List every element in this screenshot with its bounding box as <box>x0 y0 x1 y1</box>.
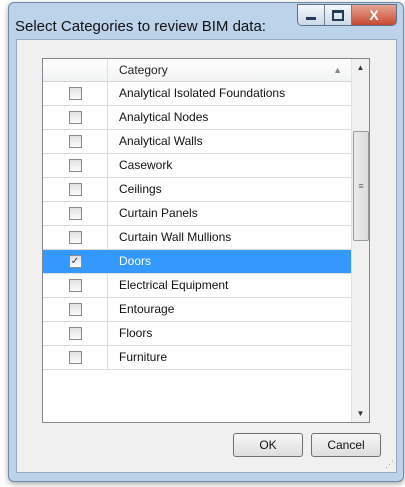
category-label: Casework <box>119 158 173 172</box>
checkbox-cell <box>43 154 108 177</box>
table-row[interactable]: Floors <box>43 322 352 346</box>
maximize-button[interactable] <box>325 5 352 25</box>
minimize-icon <box>306 16 316 20</box>
sort-ascending-icon: ▲ <box>333 65 342 75</box>
table-row[interactable]: Entourage <box>43 298 352 322</box>
category-label: Analytical Walls <box>119 134 203 148</box>
scroll-grip-icon: ≡ <box>358 181 364 191</box>
category-label: Ceilings <box>119 182 162 196</box>
table-row[interactable]: Analytical Walls <box>43 130 352 154</box>
window-controls: X <box>297 4 397 26</box>
checkbox-cell: ✓ <box>43 250 108 273</box>
category-label: Floors <box>119 326 153 340</box>
row-checkbox[interactable] <box>68 87 82 100</box>
category-label: Electrical Equipment <box>119 278 229 292</box>
vertical-scrollbar[interactable]: ▲ ≡ ▼ <box>351 59 369 422</box>
category-label: Furniture <box>119 350 168 364</box>
table-row[interactable]: Analytical Nodes <box>43 106 352 130</box>
scroll-down-icon[interactable]: ▼ <box>352 405 369 422</box>
row-checkbox[interactable] <box>68 231 82 244</box>
checkbox-cell <box>43 274 108 297</box>
grid-header: Category ▲ <box>43 59 352 82</box>
category-label: Doors <box>119 254 152 268</box>
row-checkbox[interactable] <box>68 207 82 220</box>
close-icon: X <box>369 7 379 23</box>
ok-button[interactable]: OK <box>233 433 303 457</box>
scroll-up-icon[interactable]: ▲ <box>352 59 369 76</box>
category-label: Analytical Nodes <box>119 110 209 124</box>
row-checkbox[interactable] <box>68 303 82 316</box>
category-label: Analytical Isolated Foundations <box>119 86 286 100</box>
close-button[interactable]: X <box>352 5 396 25</box>
title-bar[interactable]: Select Categories to review BIM data: X <box>9 3 403 38</box>
checkbox-cell <box>43 298 108 321</box>
table-row[interactable]: Ceilings <box>43 178 352 202</box>
dialog-client-area: Category ▲ Analytical Isolated Foundatio… <box>16 39 397 473</box>
category-label: Curtain Wall Mullions <box>119 230 232 244</box>
table-row[interactable]: Analytical Isolated Foundations <box>43 82 352 106</box>
category-label: Entourage <box>119 302 175 316</box>
checkbox-cell <box>43 106 108 129</box>
minimize-button[interactable] <box>298 5 325 25</box>
category-label: Curtain Panels <box>119 206 198 220</box>
window-title: Select Categories to review BIM data: <box>15 18 266 35</box>
checkbox-cell <box>43 226 108 249</box>
row-checkbox[interactable]: ✓ <box>68 255 82 268</box>
cancel-button[interactable]: Cancel <box>311 433 381 457</box>
checkbox-cell <box>43 178 108 201</box>
checkbox-cell <box>43 202 108 225</box>
checkbox-cell <box>43 82 108 105</box>
row-checkbox[interactable] <box>68 183 82 196</box>
scrollbar-thumb[interactable]: ≡ <box>353 131 369 241</box>
row-checkbox[interactable] <box>68 159 82 172</box>
table-row[interactable]: Curtain Panels <box>43 202 352 226</box>
row-checkbox[interactable] <box>68 327 82 340</box>
table-row[interactable]: Electrical Equipment <box>43 274 352 298</box>
maximize-icon <box>332 9 344 21</box>
table-row[interactable]: Furniture <box>43 346 352 370</box>
row-checkbox[interactable] <box>68 135 82 148</box>
row-checkbox[interactable] <box>68 279 82 292</box>
checkbox-cell <box>43 322 108 345</box>
resize-grip-icon[interactable]: ⋰ <box>385 459 394 470</box>
category-header-label: Category <box>119 63 168 77</box>
checkbox-cell <box>43 130 108 153</box>
grid-rows: Analytical Isolated Foundations Analytica… <box>43 82 352 370</box>
checkbox-column-header[interactable] <box>43 59 108 81</box>
table-row[interactable]: Curtain Wall Mullions <box>43 226 352 250</box>
checkbox-cell <box>43 346 108 369</box>
row-checkbox[interactable] <box>68 111 82 124</box>
table-row[interactable]: ✓ Doors <box>43 250 352 274</box>
table-row[interactable]: Casework <box>43 154 352 178</box>
category-grid: Category ▲ Analytical Isolated Foundatio… <box>42 58 370 423</box>
row-checkbox[interactable] <box>68 351 82 364</box>
category-column-header[interactable]: Category ▲ <box>108 59 352 81</box>
dialog-window: Select Categories to review BIM data: X … <box>8 2 404 482</box>
